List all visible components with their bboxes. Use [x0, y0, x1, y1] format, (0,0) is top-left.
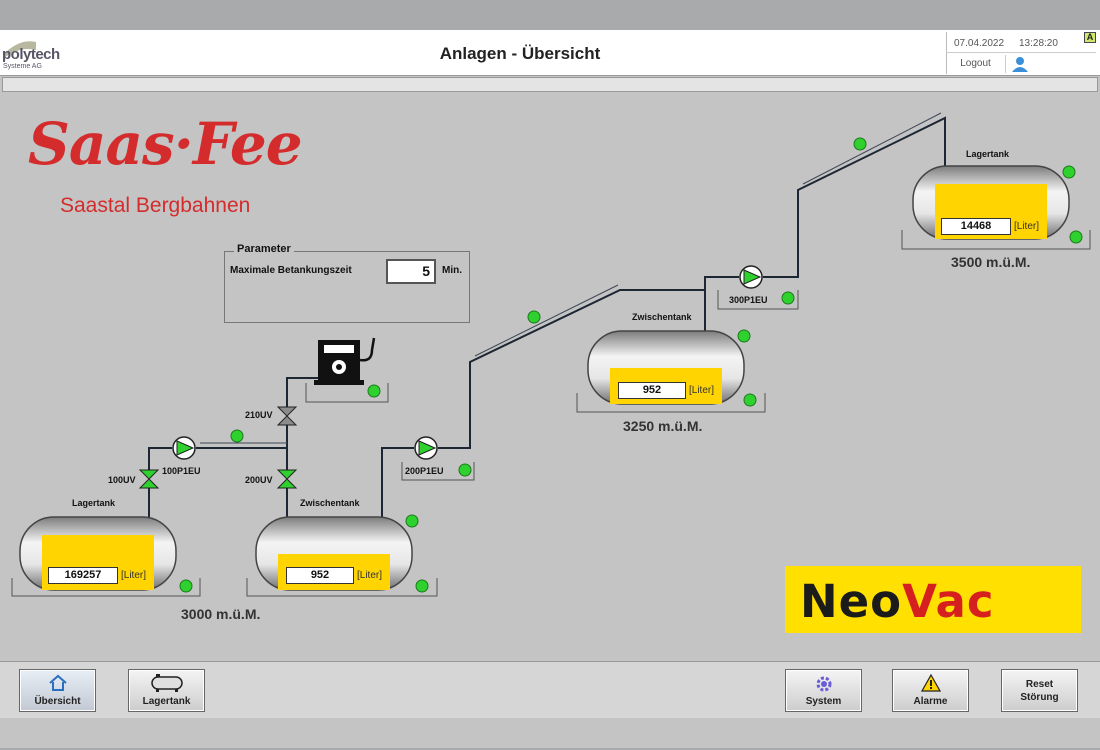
tank-unit-zwischentank-3000: [Liter]	[357, 570, 383, 581]
lagertank-button-label: Lagertank	[142, 696, 191, 707]
pump-300p1eu-label: 300P1EU	[729, 295, 768, 305]
overview-button[interactable]: Übersicht	[19, 669, 96, 712]
tank-label-lagertank-3000: Lagertank	[72, 498, 116, 508]
valve-210uv-label: 210UV	[245, 410, 273, 420]
tank-label-lagertank-3500: Lagertank	[966, 149, 1010, 159]
pump-300p1eu-icon	[739, 265, 763, 289]
system-button-label: System	[805, 696, 842, 707]
tank-unit-lagertank-3000: [Liter]	[121, 570, 147, 581]
tank-value-zwischentank-3000: 952	[286, 567, 354, 584]
neovac-logo-text: NeoVac	[800, 575, 995, 628]
tank-value-lagertank-3500: 14468	[941, 218, 1011, 235]
lagertank-button[interactable]: Lagertank	[128, 669, 205, 712]
fuel-dispenser-icon	[314, 337, 376, 385]
tank-unit-zwischentank-3250: [Liter]	[689, 385, 715, 396]
tank-value-lagertank-3000: 169257	[48, 567, 118, 584]
plant-diagram	[11, 112, 1091, 597]
valve-210uv-icon	[276, 406, 298, 426]
valve-100uv-label: 100UV	[108, 475, 136, 485]
warning-icon	[920, 673, 941, 692]
system-button[interactable]: System	[785, 669, 862, 712]
tank-icon	[150, 674, 183, 692]
home-icon	[48, 674, 67, 691]
pipe-network	[148, 116, 946, 517]
pump-100p1eu-icon	[172, 436, 196, 460]
overview-button-label: Übersicht	[34, 696, 81, 707]
alarms-button[interactable]: Alarme	[892, 669, 969, 712]
gear-icon	[816, 676, 831, 692]
tank-value-zwischentank-3250: 952	[618, 382, 686, 399]
elevation-3250: 3250 m.ü.M.	[623, 418, 703, 434]
alarms-button-label: Alarme	[913, 696, 948, 707]
valve-200uv-icon	[276, 469, 298, 489]
pump-200p1eu-label: 200P1EU	[405, 466, 444, 476]
elevation-3000: 3000 m.ü.M.	[181, 606, 261, 622]
valve-100uv-icon	[138, 469, 160, 489]
valve-200uv-label: 200UV	[245, 475, 273, 485]
tank-label-zwischentank-3000: Zwischentank	[300, 498, 360, 508]
elevation-3500: 3500 m.ü.M.	[951, 254, 1031, 270]
tank-label-zwischentank-3250: Zwischentank	[632, 312, 692, 322]
reset-fault-button[interactable]: Reset Störung	[1001, 669, 1078, 712]
pump-100p1eu-label: 100P1EU	[162, 466, 201, 476]
pump-200p1eu-icon	[414, 436, 438, 460]
reset-fault-button-label: Reset Störung	[1020, 679, 1059, 703]
tank-unit-lagertank-3500: [Liter]	[1014, 221, 1040, 232]
